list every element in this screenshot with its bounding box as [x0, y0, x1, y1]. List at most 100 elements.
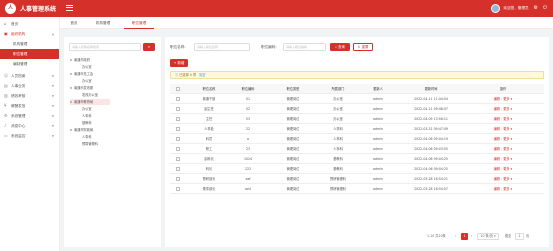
monitor-icon: ▭	[4, 133, 8, 138]
sidebar-item-label: 薪酬发放	[11, 104, 26, 108]
page-button-current[interactable]: 1	[461, 233, 468, 240]
sidebar-item-salary[interactable]: ¥ 薪酬发放 ▼	[0, 101, 59, 111]
position-name-input[interactable]: 请输入职位名称	[194, 43, 250, 51]
tree-search-button[interactable]: ⌕	[143, 43, 155, 51]
sidebar-item-hr-business[interactable]: ▤ 人事业务 ▼	[0, 81, 59, 91]
tree-node[interactable]: ▼ 南通市发改委	[70, 85, 93, 91]
goto-page-input[interactable]: 1	[515, 233, 524, 240]
chevron-up-icon: ▲	[51, 32, 54, 36]
tree-node[interactable]: 基教科	[78, 120, 92, 126]
table-row[interactable]: 科长 222 管理岗位 基教科 admin 2022-04-06 09:04:25 编辑 |…	[170, 164, 544, 174]
position-code-input[interactable]: 请输入职位编码	[283, 43, 326, 51]
sidebar-subitem-position-manage[interactable]: 职位管理	[0, 49, 59, 59]
row-checkbox[interactable]	[176, 187, 180, 191]
more-actions-link[interactable]: 更多 ▾	[503, 167, 512, 171]
gear-icon[interactable]: ⚙	[534, 6, 538, 11]
table-row[interactable]: 人事处 22 管理岗位 人事科 admin 2022-03-31 09:47:09 编辑 |…	[170, 124, 544, 134]
reset-button[interactable]: ↻ 重置	[353, 43, 373, 51]
tree-node-selected[interactable]: ▼ 南通市教育局	[70, 99, 110, 105]
more-actions-link[interactable]: 更多 ▾	[503, 127, 512, 131]
table-cell: 人事科	[333, 137, 343, 141]
tree-node-label: 南通市发改委	[74, 86, 94, 90]
table-row[interactable]: 副主任 02 管理岗位 办公室 admin 2022-04-11 09:48:07 编辑 |…	[170, 104, 544, 114]
search-button-label: 查询	[338, 45, 345, 49]
table-cell: 1024	[243, 157, 253, 161]
sidebar-item-home[interactable]: ⌂ 首页	[0, 19, 59, 29]
more-actions-link[interactable]: 更多 ▾	[503, 187, 512, 191]
add-button[interactable]: + 新增	[170, 59, 188, 67]
tree-node[interactable]: 办公室	[78, 64, 92, 70]
table-row[interactable]: 普通干部 01 管理岗位 办公室 admin 2022-04-11 11:44:04 编辑 …	[170, 94, 544, 104]
row-checkbox[interactable]	[176, 117, 180, 121]
table-row[interactable]: 预研部长 aaf 管理岗位 预研管理科 admin 2022-03-28 16:54:21…	[170, 174, 544, 184]
more-actions-link[interactable]: 更多 ▾	[503, 97, 512, 101]
table-cell: 2022-03-28 16:54:07	[414, 187, 448, 191]
tree-node[interactable]: ▼ 南通市总工会	[70, 71, 93, 77]
row-checkbox[interactable]	[176, 147, 180, 151]
table-cell: admin	[373, 97, 383, 101]
row-checkbox[interactable]	[176, 97, 180, 101]
table-row[interactable]: 董事部长 ae4 管理岗位 预研管理科 admin 2022-03-28 16:54:07…	[170, 184, 544, 194]
tree-node[interactable]: ▼ 南通市财政局	[70, 127, 93, 133]
more-actions-link[interactable]: 更多 ▾	[503, 157, 512, 161]
column-header: 更新时间	[424, 87, 438, 91]
table-row[interactable]: 副科长 1024 管理岗位 基教科 admin 2022-04-06 09:04:25 编辑…	[170, 154, 544, 164]
row-checkbox[interactable]	[176, 157, 180, 161]
table-cell: admin	[373, 147, 383, 151]
tree-node[interactable]: 人事科	[78, 113, 92, 119]
tab-position-manage[interactable]: 职位管理	[124, 17, 154, 29]
page-size-select[interactable]: 10 条/页 ▾	[477, 233, 499, 240]
table-cell: admin	[373, 187, 383, 191]
sidebar-item-monitor[interactable]: ▭ 系统监控 ▼	[0, 131, 59, 141]
table-cell: 副科长	[204, 157, 214, 161]
menu-toggle-icon[interactable]	[66, 5, 73, 11]
sidebar-item-org[interactable]: ▣ 组织机构 ▲	[0, 29, 59, 39]
tree-search-input[interactable]: 请输入机构名称搜索	[69, 43, 141, 51]
more-actions-link[interactable]: 更多 ▾	[503, 147, 512, 151]
table-cell: 02	[245, 107, 251, 111]
clear-selection-link[interactable]: 清空	[199, 73, 205, 77]
prev-page-button[interactable]: ‹	[455, 233, 456, 240]
table-cell: 人事科	[333, 147, 343, 151]
row-actions: 编辑 | 更多 ▾	[473, 134, 533, 144]
table-row[interactable]: 主任 03 管理岗位 办公室 admin 2022-04-09 13:56:11 编辑 | …	[170, 114, 544, 124]
table-cell: 预研部长	[202, 177, 216, 181]
table-row[interactable]: 职工 23 管理岗位 人事科 admin 2022-04-06 09:03:55 编辑 | …	[170, 144, 544, 154]
tree-node[interactable]: 办公室	[78, 106, 92, 112]
tree-node[interactable]: 人事科	[78, 134, 92, 140]
tree-node[interactable]: 办公室	[78, 78, 92, 84]
gear-icon: ⚙	[4, 113, 8, 118]
more-actions-link[interactable]: 更多 ▾	[503, 117, 512, 121]
tree-node[interactable]: 发改办公室	[78, 92, 98, 98]
table-cell: admin	[373, 177, 383, 181]
search-button[interactable]: ⌕ 查询	[330, 43, 350, 51]
next-page-button[interactable]: ›	[471, 233, 472, 240]
row-checkbox[interactable]	[176, 127, 180, 131]
tree-node[interactable]: 预算管理科	[78, 141, 98, 147]
sidebar-item-performance[interactable]: ▥ 绩效考核 ▼	[0, 91, 59, 101]
power-icon[interactable]: ⏻	[543, 6, 547, 11]
table-row[interactable]: 科员 a 管理岗位 人事科 admin 2022-04-06 09:04:19 编辑 | 更…	[170, 134, 544, 144]
more-actions-link[interactable]: 更多 ▾	[503, 137, 512, 141]
sidebar-item-personnel[interactable]: ☺ 人员档案 ▼	[0, 71, 59, 81]
sidebar-subitem-org-manage[interactable]: 机构管理	[0, 39, 59, 49]
user-greeting[interactable]: 欢迎您，管理员	[503, 6, 528, 11]
select-all-checkbox[interactable]	[176, 87, 180, 91]
row-checkbox[interactable]	[176, 137, 180, 141]
sidebar-item-system[interactable]: ⚙ 系统管理 ▼	[0, 111, 59, 121]
row-checkbox[interactable]	[176, 177, 180, 181]
brand[interactable]: 人 人事管理系统	[5, 3, 56, 14]
tree-node[interactable]: ▼ 南通市政府	[70, 57, 90, 63]
avatar[interactable]	[491, 4, 501, 13]
tab-org-manage[interactable]: 机构管理	[88, 17, 118, 29]
more-actions-link[interactable]: 更多 ▾	[503, 107, 512, 111]
sidebar-subitem-staffing[interactable]: 编制管理	[0, 59, 59, 69]
row-checkbox[interactable]	[176, 167, 180, 171]
chart-icon: ▥	[4, 93, 8, 98]
row-checkbox[interactable]	[176, 107, 180, 111]
table-cell: 科员	[205, 137, 213, 141]
tab-home[interactable]: 首页	[66, 17, 82, 29]
sidebar-item-messages[interactable]: ♪ 消息中心 ▼	[0, 121, 59, 131]
more-actions-link[interactable]: 更多 ▾	[503, 177, 512, 181]
chevron-down-icon: ▼	[51, 114, 54, 118]
